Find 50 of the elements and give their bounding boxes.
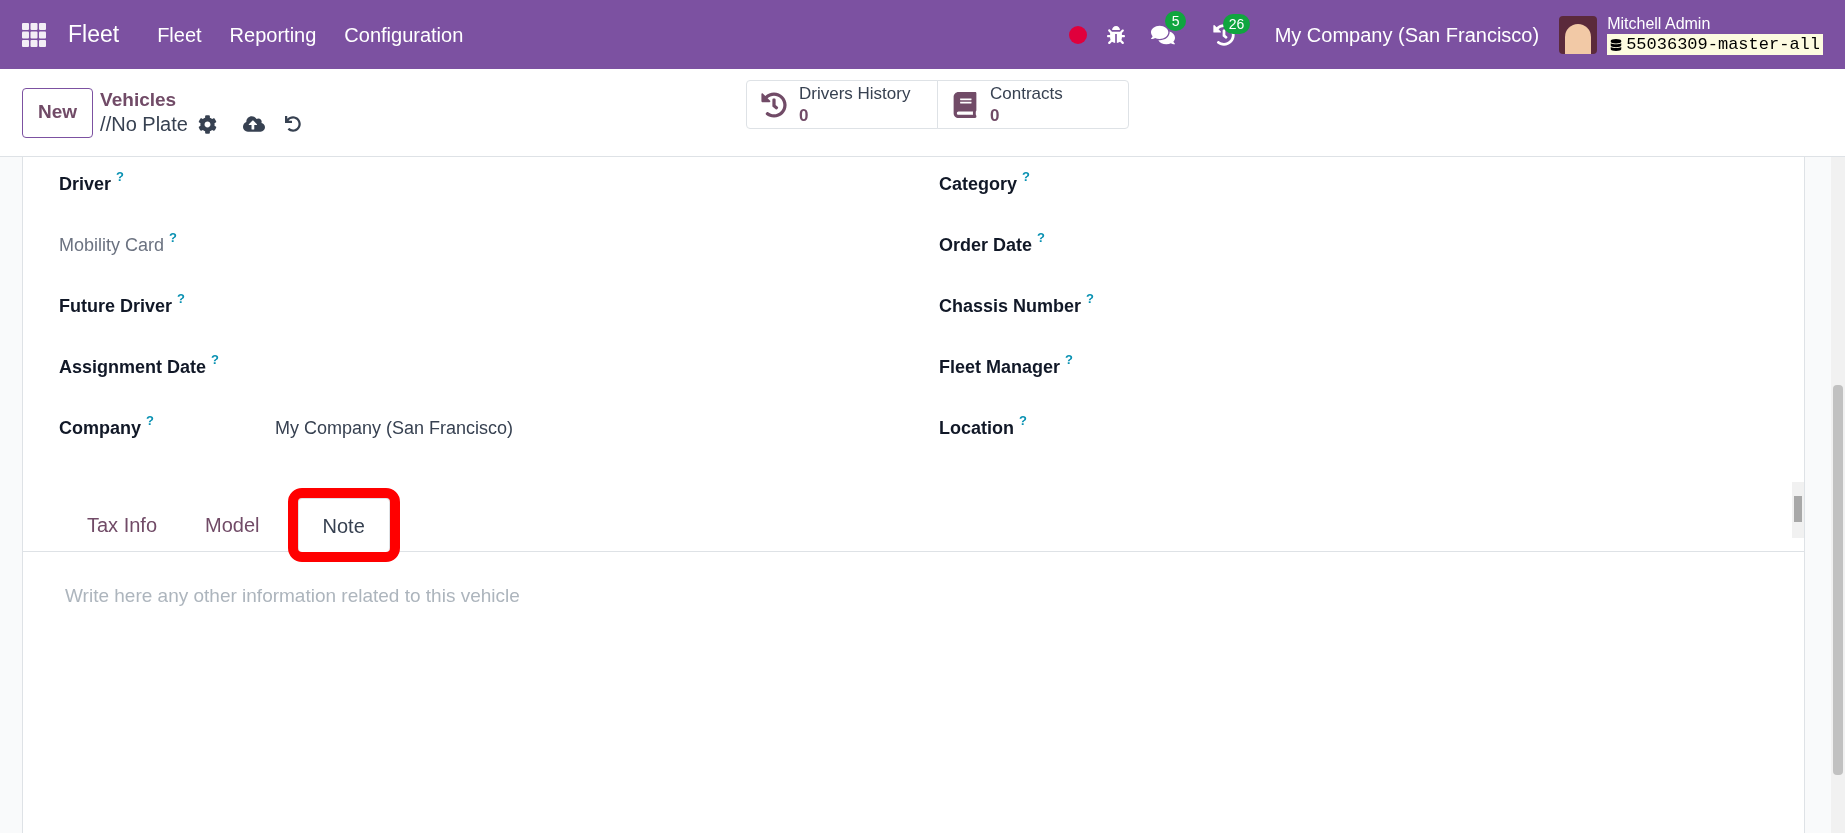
menu-item[interactable]: Configuration [330,19,478,50]
smart-button[interactable]: Drivers History 0 [746,80,938,129]
help-tooltip-mark[interactable]: ? [177,289,185,309]
record-name: //No Plate [100,111,188,137]
menu-item[interactable]: Fleet [143,19,216,50]
field-label: Mobility Card [59,234,165,257]
help-tooltip-mark[interactable]: ? [146,411,154,431]
undo-icon[interactable] [284,116,301,133]
menu-item[interactable]: Reporting [215,19,331,50]
apps-menu-icon[interactable] [22,22,46,47]
help-tooltip-mark[interactable]: ? [1086,289,1094,309]
new-button[interactable]: New [22,87,94,138]
field-label: Location [939,417,1014,440]
breadcrumb-link[interactable]: Vehicles [100,88,301,112]
help-tooltip-mark[interactable]: ? [1022,167,1030,187]
user-name[interactable]: Mitchell Admin [1607,13,1823,34]
help-tooltip-mark[interactable]: ? [116,167,124,187]
help-tooltip-mark[interactable]: ? [169,228,177,248]
smart-button-count: 0 [990,104,1001,126]
field-label: Company [59,417,141,440]
database-icon [1610,38,1623,51]
field-value[interactable]: My Company (San Francisco) [275,415,514,442]
field-label: Future Driver [59,295,173,318]
company-switcher[interactable]: My Company (San Francisco) [1274,19,1540,50]
smart-button-label: Contracts [990,83,1063,105]
field-label: Chassis Number [939,295,1082,318]
activity-count-badge: 26 [1222,13,1251,34]
settings-icon[interactable] [197,114,217,134]
smart-button[interactable]: Contracts 0 [937,80,1129,129]
notebook-tab[interactable]: Tax Info [63,498,182,552]
field-label: Order Date [939,234,1033,257]
help-tooltip-mark[interactable]: ? [1065,350,1073,370]
help-tooltip-mark[interactable]: ? [211,350,219,370]
history-icon [761,91,787,118]
smart-button-count: 0 [799,104,810,126]
message-count-badge: 5 [1164,10,1187,31]
book-icon [952,91,978,118]
field-label: Assignment Date [59,356,207,379]
field-label: Fleet Manager [939,356,1061,379]
smart-button-label: Drivers History [799,83,911,105]
scrollbar [1792,482,1804,538]
help-tooltip-mark[interactable]: ? [1037,228,1045,248]
field-label: Category [939,173,1018,196]
help-tooltip-mark[interactable]: ? [1019,411,1027,431]
field-label: Driver [59,173,112,196]
notebook-tab[interactable]: Model [181,498,284,552]
app-name[interactable]: Fleet [68,17,120,52]
database-name: 55036309-master-all [1607,33,1823,56]
bug-icon[interactable] [1106,25,1125,44]
avatar[interactable] [1559,15,1598,54]
